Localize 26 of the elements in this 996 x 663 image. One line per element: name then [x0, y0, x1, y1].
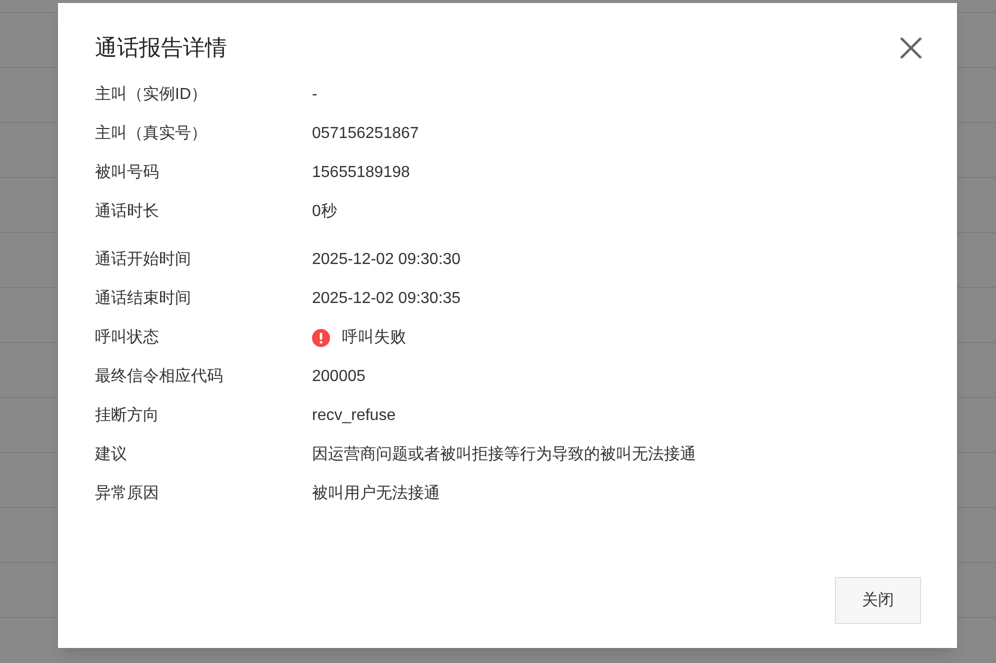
field-value: 因运营商问题或者被叫拒接等行为导致的被叫无法接通 [312, 444, 696, 464]
field-value: 2025-12-02 09:30:30 [312, 250, 461, 270]
field-label: 主叫（真实号） [95, 124, 208, 144]
close-icon[interactable] [899, 36, 923, 60]
field-value: - [312, 84, 318, 104]
field-label: 主叫（实例ID） [95, 84, 208, 104]
field-value: 200005 [312, 366, 366, 386]
field-value: 15655189198 [312, 162, 410, 182]
field-value: 被叫用户无法接通 [312, 484, 440, 504]
field-label: 呼叫状态 [95, 328, 160, 348]
exclamation-icon [312, 328, 330, 346]
close-button[interactable]: 关闭 [835, 577, 921, 624]
field-value: 呼叫失败 [342, 328, 406, 348]
field-label: 最终信令相应代码 [95, 366, 224, 386]
dialog-title: 通话报告详情 [95, 34, 227, 62]
field-value: 0秒 [312, 202, 337, 222]
field-label: 被叫号码 [95, 162, 160, 182]
field-label: 通话开始时间 [95, 250, 192, 270]
field-label: 通话结束时间 [95, 288, 192, 308]
field-value: recv_refuse [312, 406, 396, 426]
field-value: 2025-12-02 09:30:35 [312, 288, 461, 308]
field-label: 通话时长 [95, 202, 160, 222]
field-value: 057156251867 [312, 124, 419, 144]
field-label: 异常原因 [95, 484, 160, 504]
field-label: 建议 [95, 444, 128, 464]
field-label: 挂断方向 [95, 406, 160, 426]
